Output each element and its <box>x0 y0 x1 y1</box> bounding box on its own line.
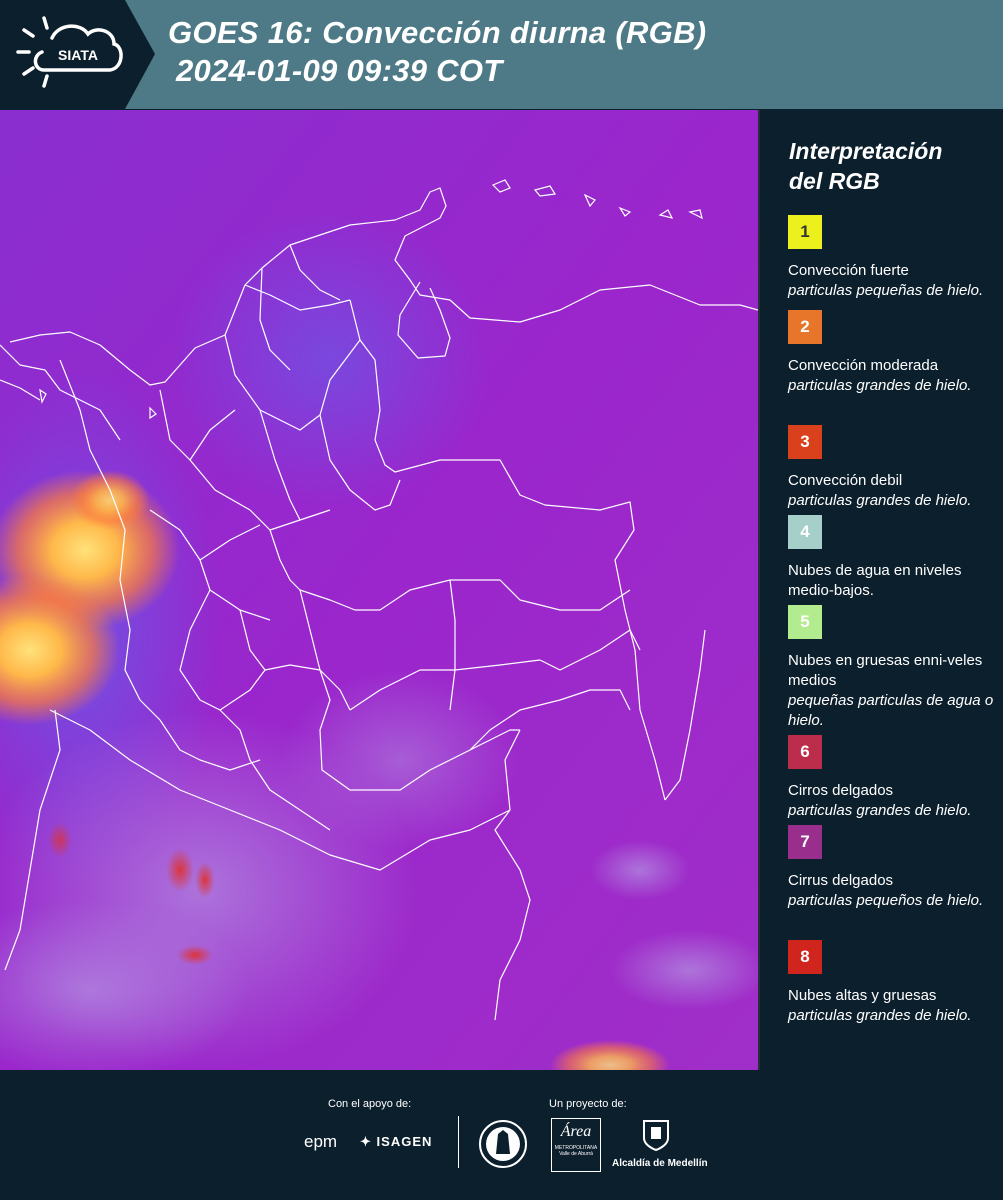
legend-item-name: Cirros delgados <box>788 782 894 799</box>
isagen-label: ISAGEN <box>376 1134 433 1149</box>
legend-title-line-1: Interpretación <box>789 138 943 164</box>
legend-item-description: particulas grandes de hielo. <box>788 1007 972 1024</box>
legend-item-name: Convección fuerte <box>788 262 909 279</box>
legend-item-description: particulas pequeños de hielo. <box>788 892 984 909</box>
legend-item-description: particulas grandes de hielo. <box>788 377 972 394</box>
legend-badge-6: 6 <box>788 735 822 769</box>
legend-item-name: Convección moderada <box>788 357 939 374</box>
legend-item-1: 1 Convección fuerte particulas pequeñas de… <box>788 215 998 301</box>
legend-badge-1: 1 <box>788 215 822 249</box>
legend-item-description: particulas grandes de hielo. <box>788 802 972 819</box>
legend-badge-4: 4 <box>788 515 822 549</box>
seal-logo-icon <box>479 1120 527 1168</box>
legend-item-name: Nubes de agua en niveles medio-bajos. <box>788 562 962 599</box>
legend-item-name: Nubes en gruesas enni-veles medios <box>788 652 983 689</box>
alcaldia-shield-icon <box>643 1120 669 1152</box>
legend-item-6: 6 Cirros delgados particulas grandes de hi… <box>788 735 998 821</box>
legend-badge-7: 7 <box>788 825 822 859</box>
support-label: Con el apoyo de: <box>328 1098 412 1110</box>
legend-badge-5: 5 <box>788 605 822 639</box>
alcaldia-label: Alcaldía de Medellín <box>612 1158 708 1169</box>
satellite-map[interactable] <box>0 110 760 1070</box>
legend-item-description: particulas grandes de hielo. <box>788 492 972 509</box>
legend-item-4: 4 Nubes de agua en niveles medio-bajos. <box>788 515 998 601</box>
siata-logo-block: SIATA <box>0 0 155 109</box>
area-metropolitana-logo: Área METROPOLITANA Valle de Aburrá <box>551 1118 601 1172</box>
legend-badge-3: 3 <box>788 425 822 459</box>
legend-item-5: 5 Nubes en gruesas enni-veles medios peque… <box>788 605 998 731</box>
legend-badge-2: 2 <box>788 310 822 344</box>
legend-item-name: Cirrus delgados <box>788 872 894 889</box>
project-label: Un proyecto de: <box>549 1098 627 1110</box>
legend-item-name: Convección debil <box>788 472 903 489</box>
epm-logo: epm <box>304 1132 338 1151</box>
rgb-satellite-image <box>0 110 758 1070</box>
legend-item-3: 3 Convección debil particulas grandes de h… <box>788 425 998 511</box>
footer-divider <box>458 1116 459 1168</box>
page-title: GOES 16: Convección diurna (RGB) 2024-01… <box>168 14 706 90</box>
legend-badge-8: 8 <box>788 940 822 974</box>
isagen-logo: ✦ ISAGEN <box>360 1134 432 1150</box>
siata-logo-text: SIATA <box>58 47 98 63</box>
legend-item-2: 2 Convección moderada particulas grandes d… <box>788 310 998 396</box>
legend-panel: Interpretación del RGB 1 Convección fuert… <box>762 110 1003 1070</box>
legend-item-name: Nubes altas y gruesas <box>788 987 937 1004</box>
legend-title-line-2: del RGB <box>789 168 880 194</box>
area-sub-2: Valle de Aburrá <box>559 1151 593 1157</box>
header-bar: SIATA GOES 16: Convección diurna (RGB) 2… <box>0 0 1003 109</box>
siata-logo-icon: SIATA <box>16 16 123 88</box>
legend-item-7: 7 Cirrus delgados particulas pequeños de h… <box>788 825 998 911</box>
title-line-2: 2024-01-09 09:39 COT <box>176 53 503 88</box>
area-logo-text: Área <box>560 1123 592 1140</box>
legend-item-description: pequeñas particulas de agua o hielo. <box>788 692 994 729</box>
title-line-1: GOES 16: Convección diurna (RGB) <box>168 15 707 50</box>
isagen-icon: ✦ <box>360 1134 372 1149</box>
legend-item-description: particulas pequeñas de hielo. <box>788 282 984 299</box>
footer-bar: Con el apoyo de: Un proyecto de: epm ✦ I… <box>0 1070 1003 1200</box>
legend-item-8: 8 Nubes altas y gruesas particulas grandes… <box>788 940 998 1026</box>
legend-title: Interpretación del RGB <box>789 136 942 196</box>
